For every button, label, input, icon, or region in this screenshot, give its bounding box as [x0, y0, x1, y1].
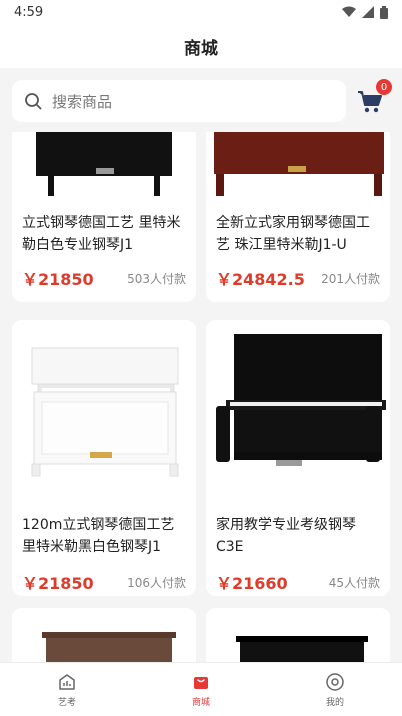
product-price: ￥21850	[22, 574, 94, 593]
search-row: 搜索商品 0	[0, 78, 402, 124]
shopping-bag-icon	[194, 676, 208, 689]
brown-piano-image	[214, 132, 384, 196]
product-grid[interactable]: 立式钢琴德国工艺 里特米勒白色专业钢琴J1 ￥21850 503人付款 全新立式…	[0, 132, 402, 662]
cart-badge: 0	[376, 79, 392, 95]
product-image	[12, 608, 196, 662]
product-footer: ￥21850 106人付款	[12, 570, 196, 594]
tab-shop[interactable]: 商城	[134, 663, 268, 716]
product-title: 家用教学专业考级钢琴C3E	[216, 517, 356, 555]
chart-house-icon	[59, 673, 75, 690]
product-title: 全新立式家用钢琴德国工艺 珠江里特米勒J1-U	[216, 215, 370, 253]
status-bar: 4:59	[0, 0, 402, 24]
search-placeholder: 搜索商品	[52, 92, 113, 111]
product-price: ￥21850	[22, 270, 94, 289]
product-card[interactable]: 120m立式钢琴德国工艺里特米勒黑白色钢琴J1 ￥21850 106人付款	[12, 320, 196, 596]
product-footer: ￥24842.5 201人付款	[206, 266, 390, 290]
page-title: 商城	[184, 38, 218, 59]
bottom-tab-bar: 艺考 商城 我的	[0, 662, 402, 716]
tab-label: 我的	[325, 697, 344, 708]
wifi-icon	[342, 6, 356, 17]
black-piano-image	[216, 334, 386, 466]
page-header: 商城	[0, 24, 402, 68]
product-image	[206, 608, 390, 662]
black-piano-image	[236, 636, 368, 662]
product-card[interactable]: 立式钢琴德国工艺 里特米勒白色专业钢琴J1 ￥21850 503人付款	[12, 132, 196, 302]
product-image	[206, 132, 390, 196]
tab-label: 商城	[191, 697, 210, 708]
product-title: 120m立式钢琴德国工艺里特米勒黑白色钢琴J1	[22, 517, 175, 555]
status-time: 4:59	[14, 4, 44, 20]
status-icons	[342, 5, 388, 19]
black-piano-image	[36, 132, 172, 196]
product-footer: ￥21660 45人付款	[206, 570, 390, 594]
product-footer: ￥21850 503人付款	[12, 266, 196, 290]
product-card[interactable]: 家用教学专业考级钢琴C3E ￥21660 45人付款	[206, 320, 390, 596]
brown-piano-image	[42, 632, 176, 662]
cart-button[interactable]: 0	[356, 79, 392, 115]
product-image	[12, 320, 196, 500]
product-card[interactable]	[206, 608, 390, 662]
product-price: ￥21660	[216, 574, 288, 593]
tab-yikao[interactable]: 艺考	[0, 663, 134, 716]
tab-mine[interactable]: 我的	[268, 663, 402, 716]
product-sold-count: 45人付款	[328, 575, 380, 590]
product-price: ￥24842.5	[216, 270, 305, 289]
product-image	[12, 132, 196, 196]
white-piano-image	[31, 347, 179, 477]
signal-icon	[362, 6, 374, 18]
search-icon	[25, 93, 42, 110]
battery-icon	[380, 5, 388, 19]
profile-disc-icon	[326, 672, 344, 691]
product-sold-count: 201人付款	[321, 271, 380, 286]
product-sold-count: 106人付款	[127, 575, 186, 590]
product-card[interactable]: 全新立式家用钢琴德国工艺 珠江里特米勒J1-U ￥24842.5 201人付款	[206, 132, 390, 302]
tab-label: 艺考	[57, 697, 76, 708]
product-image	[206, 320, 390, 500]
product-title: 立式钢琴德国工艺 里特米勒白色专业钢琴J1	[22, 215, 181, 253]
product-sold-count: 503人付款	[127, 271, 186, 286]
search-input[interactable]: 搜索商品	[12, 80, 346, 122]
product-card[interactable]	[12, 608, 196, 662]
